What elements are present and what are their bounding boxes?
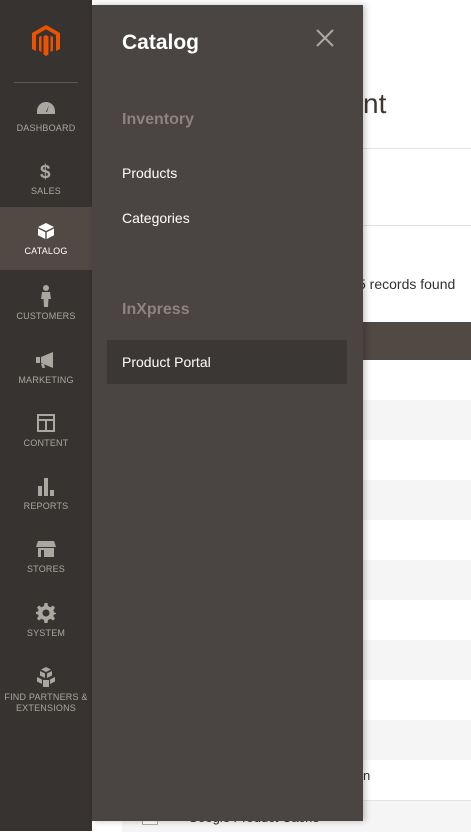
table-row[interactable]	[363, 640, 471, 680]
bar-chart-icon	[35, 475, 57, 497]
nav-item-label: SYSTEM	[26, 628, 66, 638]
menu-link-categories[interactable]: Categories	[122, 210, 190, 226]
nav-item-label: REPORTS	[23, 501, 69, 511]
nav-item-customers[interactable]: CUSTOMERS	[0, 272, 92, 335]
dollar-icon: $	[35, 160, 57, 182]
dashboard-gauge-icon	[35, 97, 57, 119]
nav-item-dashboard[interactable]: DASHBOARD	[0, 84, 92, 147]
nav-item-sales[interactable]: $ SALES	[0, 147, 92, 210]
table-header	[363, 322, 471, 360]
divider	[14, 82, 78, 83]
nav-item-system[interactable]: SYSTEM	[0, 589, 92, 652]
magento-logo[interactable]	[0, 0, 92, 82]
nav-item-label: CONTENT	[23, 438, 69, 448]
nav-item-label: MARKETING	[18, 375, 74, 385]
table-row[interactable]	[363, 720, 471, 760]
divider	[363, 148, 471, 149]
menu-link-product-portal[interactable]: Product Portal	[107, 340, 347, 384]
nav-item-label: CATALOG	[24, 246, 68, 256]
layout-icon	[35, 412, 57, 434]
cubes-icon	[35, 666, 57, 688]
menu-link-label: Product Portal	[122, 354, 211, 370]
close-icon[interactable]	[314, 27, 336, 49]
nav-item-label: SALES	[30, 186, 62, 196]
menu-link-products[interactable]: Products	[122, 165, 177, 181]
table-cell: n	[363, 768, 371, 783]
records-count: 5 records found	[358, 276, 456, 292]
nav-item-label: STORES	[26, 564, 66, 574]
catalog-flyout-menu: Catalog Inventory Products Categories In…	[92, 5, 363, 821]
group-title-inxpress: InXpress	[122, 301, 190, 318]
nav-item-find-partners[interactable]: FIND PARTNERS & EXTENSIONS	[0, 657, 92, 723]
svg-text:$: $	[40, 162, 51, 181]
nav-item-reports[interactable]: REPORTS	[0, 462, 92, 525]
group-title-inventory: Inventory	[122, 111, 195, 128]
person-icon	[35, 285, 57, 307]
magento-logo-icon	[32, 25, 60, 56]
table-row[interactable]	[363, 400, 471, 440]
nav-item-stores[interactable]: STORES	[0, 525, 92, 588]
admin-sidebar: DASHBOARD $ SALES CATALOG CUSTOMERS MARK…	[0, 0, 92, 831]
divider	[363, 225, 471, 226]
nav-item-label: DASHBOARD	[16, 123, 76, 133]
flyout-title: Catalog	[122, 31, 200, 54]
cube-icon	[35, 220, 57, 242]
nav-item-marketing[interactable]: MARKETING	[0, 336, 92, 399]
nav-item-content[interactable]: CONTENT	[0, 399, 92, 462]
megaphone-icon	[35, 349, 57, 371]
table-row[interactable]	[363, 480, 471, 520]
gear-icon	[35, 602, 57, 624]
storefront-icon	[35, 538, 57, 560]
page-title: nt	[363, 88, 387, 119]
nav-item-label: CUSTOMERS	[16, 311, 76, 321]
nav-item-label: FIND PARTNERS & EXTENSIONS	[4, 692, 88, 713]
table-row[interactable]	[363, 560, 471, 600]
nav-item-catalog[interactable]: CATALOG	[0, 207, 92, 270]
